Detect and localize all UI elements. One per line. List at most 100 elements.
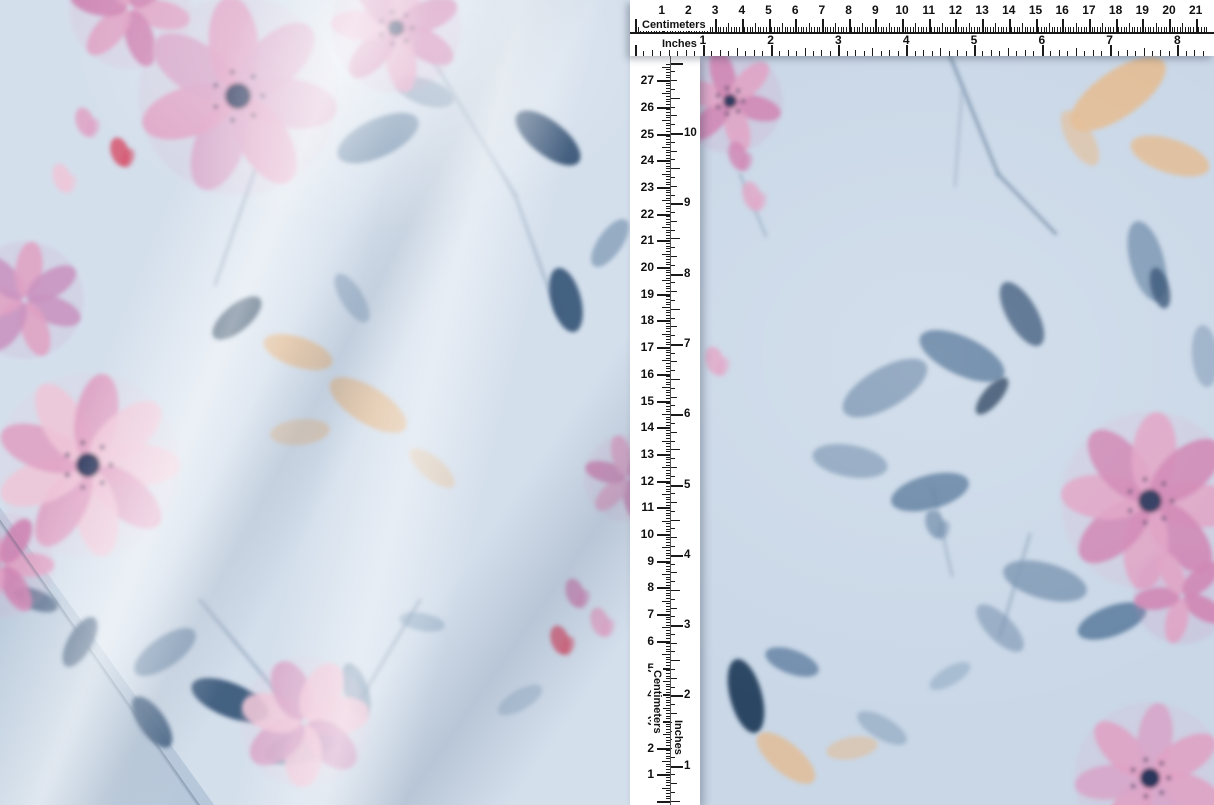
v-inch-tick: [671, 634, 675, 635]
leaf-motif: [328, 268, 376, 327]
h-cm-tick: [1102, 23, 1103, 32]
vertical-ruler-cm-label: Centimeters: [651, 668, 663, 736]
h-inch-tick: [1033, 51, 1034, 56]
v-inch-tick: [671, 801, 680, 802]
v-cm-number: 26: [630, 100, 654, 114]
bud-motif: [922, 507, 952, 541]
h-cm-number: 18: [1109, 3, 1122, 17]
v-cm-tick: [662, 734, 670, 735]
h-inch-tick: [1152, 51, 1153, 56]
leaf-motif: [403, 442, 460, 495]
h-inch-tick: [915, 51, 916, 56]
h-inch-tick: [1050, 51, 1051, 56]
h-inch-tick: [711, 51, 712, 56]
flower-motif: [0, 240, 85, 360]
bud-motif: [562, 576, 592, 610]
leaf-motif: [507, 101, 589, 176]
bud-motif: [72, 105, 102, 139]
h-inch-tick: [1093, 50, 1094, 56]
h-inch-number: 8: [1174, 33, 1181, 47]
h-cm-number: 17: [1082, 3, 1095, 17]
v-cm-tick: [657, 134, 670, 136]
v-inch-tick: [671, 370, 675, 371]
h-inch-tick: [1016, 51, 1017, 56]
leaf-motif: [926, 657, 975, 696]
v-cm-tick: [662, 120, 670, 121]
v-inch-tick: [671, 414, 683, 416]
v-inch-tick: [671, 309, 680, 310]
v-cm-number: 6: [630, 634, 654, 648]
v-cm-tick: [662, 467, 670, 468]
h-inch-tick: [830, 51, 831, 56]
v-inch-tick: [671, 651, 675, 652]
v-cm-number: 14: [630, 420, 654, 434]
v-inch-tick: [671, 291, 677, 292]
v-cm-tick: [662, 93, 670, 94]
h-inch-tick: [813, 51, 814, 56]
v-inch-tick: [671, 625, 683, 627]
v-inch-tick: [671, 335, 675, 336]
h-cm-number: 19: [1136, 3, 1149, 17]
v-inch-tick: [671, 678, 677, 679]
h-cm-tick: [1022, 23, 1023, 32]
bud-motif: [49, 161, 79, 195]
v-inch-tick: [671, 361, 677, 362]
h-inch-tick: [872, 48, 873, 56]
leaf-motif: [824, 733, 879, 764]
vertical-ruler-inch-label: Inches: [672, 718, 684, 757]
v-inch-tick: [671, 265, 675, 266]
leaf-motif: [969, 597, 1031, 659]
stem-motif: [430, 55, 515, 195]
v-inch-tick: [671, 608, 677, 609]
v-cm-tick: [657, 80, 670, 82]
v-cm-tick: [657, 454, 670, 456]
v-cm-tick: [657, 774, 670, 776]
h-cm-number: 7: [819, 3, 826, 17]
h-cm-number: 14: [1002, 3, 1015, 17]
v-inch-tick: [671, 115, 677, 116]
v-cm-tick: [657, 347, 670, 349]
flower-motif: [330, 0, 462, 95]
v-cm-number: 15: [630, 394, 654, 408]
v-cm-number: 23: [630, 180, 654, 194]
v-inch-tick: [671, 599, 675, 600]
h-cm-number: 4: [738, 3, 745, 17]
horizontal-ruler-inch-label: Inches: [660, 38, 699, 50]
v-cm-tick: [657, 427, 670, 429]
v-cm-tick: [662, 67, 670, 68]
v-cm-tick: [657, 614, 670, 616]
v-inch-tick: [671, 757, 675, 758]
v-cm-number: 18: [630, 313, 654, 327]
v-cm-tick: [662, 227, 670, 228]
h-cm-number: 10: [895, 3, 908, 17]
v-inch-tick: [671, 256, 677, 257]
h-inch-tick: [652, 50, 653, 56]
h-inch-tick: [1186, 51, 1187, 56]
v-inch-tick: [671, 502, 677, 503]
v-cm-tick: [657, 240, 670, 242]
v-cm-number: 20: [630, 260, 654, 274]
v-inch-tick: [671, 528, 675, 529]
h-inch-tick: [966, 51, 967, 56]
v-inch-tick: [671, 792, 675, 793]
h-inch-tick: [686, 50, 687, 56]
leaf-motif: [834, 347, 936, 429]
v-cm-tick: [662, 280, 670, 281]
v-inch-tick: [671, 230, 675, 231]
leaf-motif: [321, 366, 415, 443]
h-inch-tick: [932, 51, 933, 56]
v-cm-tick: [662, 334, 670, 335]
h-cm-tick: [809, 23, 810, 32]
h-cm-number: 3: [712, 3, 719, 17]
h-cm-number: 15: [1029, 3, 1042, 17]
v-cm-tick: [657, 401, 670, 403]
h-inch-number: 3: [835, 33, 842, 47]
h-inch-tick: [957, 50, 958, 56]
h-cm-number: 9: [872, 3, 879, 17]
bud-motif: [107, 135, 137, 169]
v-inch-tick: [671, 300, 675, 301]
h-inch-tick: [1008, 48, 1009, 56]
h-inch-tick: [1101, 51, 1102, 56]
v-inch-tick: [671, 669, 675, 670]
leaf-motif: [1126, 127, 1214, 185]
